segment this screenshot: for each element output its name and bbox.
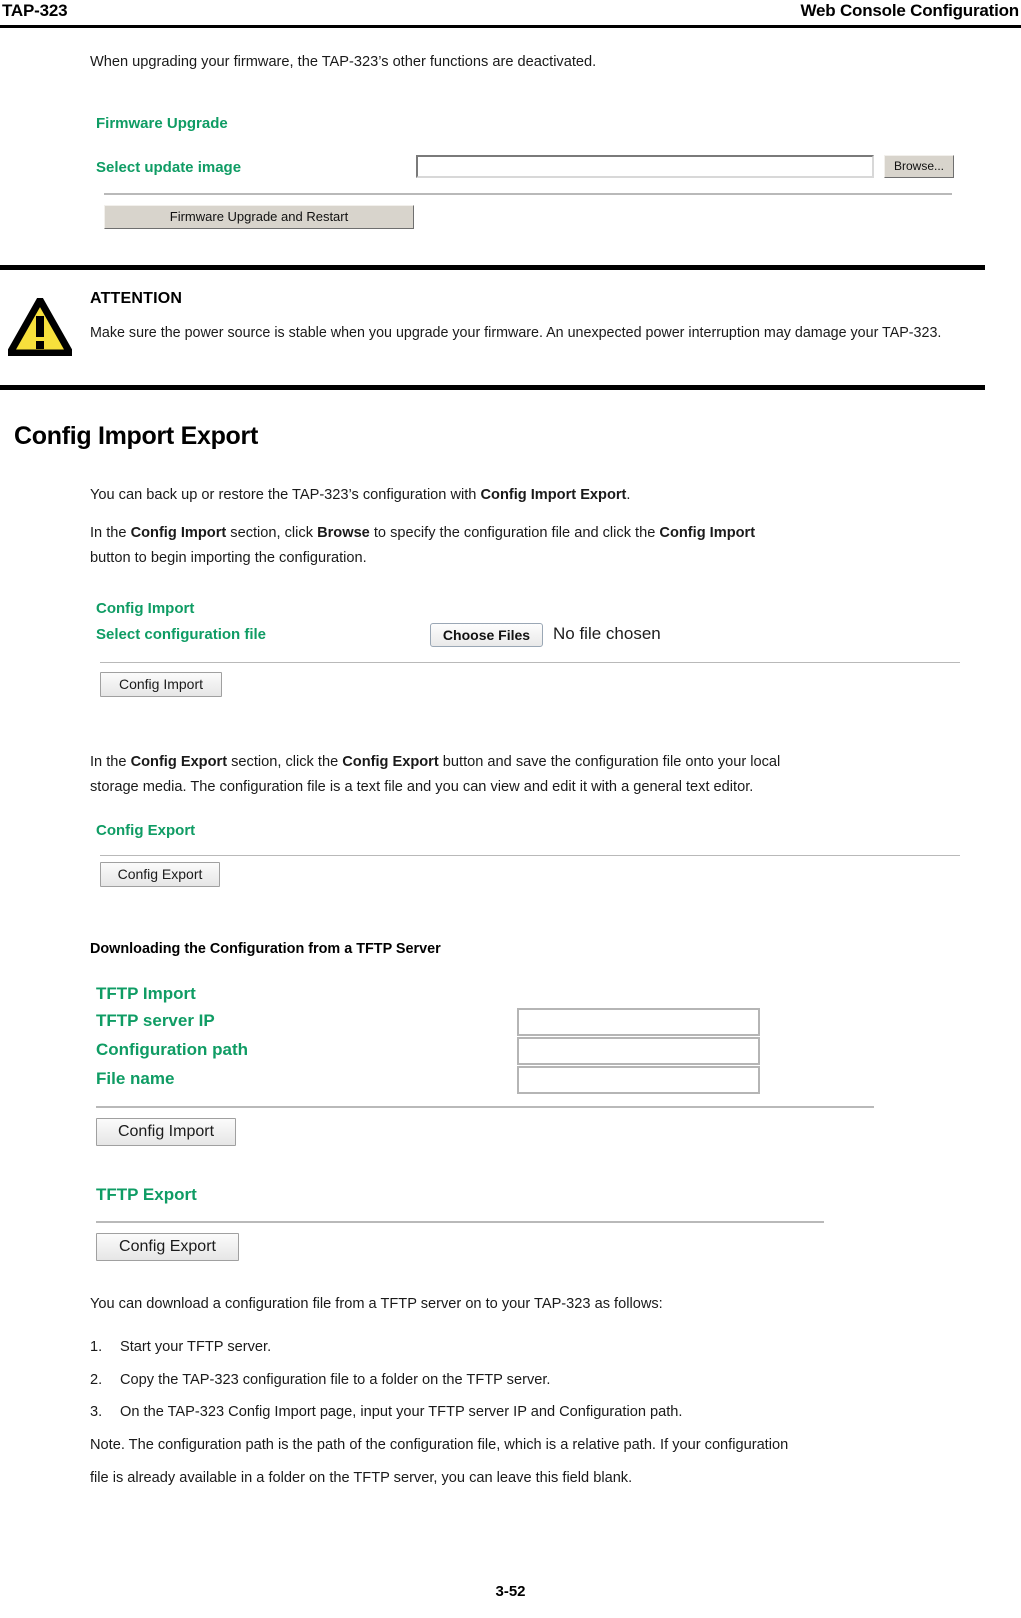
intro-paragraph: When upgrading your firmware, the TAP-32… bbox=[90, 54, 597, 70]
tftp-import-panel-divider bbox=[96, 1106, 874, 1108]
warning-triangle-icon bbox=[6, 296, 74, 361]
config-import-panel: Config Import Select configuration file … bbox=[0, 596, 1000, 706]
paragraph-2-part-e: to specify the configuration file and cl… bbox=[369, 525, 660, 541]
configuration-path-value bbox=[519, 1039, 758, 1047]
tftp-server-ip-input[interactable] bbox=[517, 1008, 760, 1036]
tftp-config-export-button[interactable]: Config Export bbox=[96, 1233, 239, 1261]
file-name-value bbox=[519, 1068, 758, 1076]
config-export-panel: Config Export Config Export bbox=[0, 815, 1000, 905]
paragraph-1-part-a: You can back up or restore the TAP-323’s… bbox=[90, 487, 481, 503]
select-configuration-file-label: Select configuration file bbox=[96, 626, 267, 643]
paragraph-1-part-c: . bbox=[626, 487, 631, 503]
config-export-button[interactable]: Config Export bbox=[100, 862, 220, 887]
list-item: 3. On the TAP-323 Config Import page, in… bbox=[90, 1400, 980, 1425]
note-line-2: file is already available in a folder on… bbox=[90, 1470, 633, 1486]
step-index: 2. bbox=[90, 1372, 103, 1388]
update-image-input-value bbox=[418, 157, 872, 163]
step-index: 3. bbox=[90, 1404, 103, 1420]
paragraph-2-part-g: button to begin importing the configurat… bbox=[90, 550, 367, 566]
paragraph-3-part-a: In the bbox=[90, 754, 131, 770]
tftp-server-ip-label: TFTP server IP bbox=[96, 1011, 215, 1030]
configuration-path-input[interactable] bbox=[517, 1037, 760, 1065]
paragraph-config-import-export: You can back up or restore the TAP-323’s… bbox=[90, 483, 980, 508]
file-chosen-status: No file chosen bbox=[553, 624, 661, 643]
step-text: Start your TFTP server. bbox=[120, 1339, 272, 1355]
select-update-image-label: Select update image bbox=[96, 159, 242, 176]
tftp-export-panel-title: TFTP Export bbox=[96, 1185, 197, 1204]
attention-box: ATTENTION Make sure the power source is … bbox=[0, 265, 985, 390]
tftp-export-panel: TFTP Export Config Export bbox=[0, 1185, 1000, 1280]
download-intro-paragraph: You can download a configuration file fr… bbox=[90, 1296, 663, 1312]
config-import-panel-title: Config Import bbox=[96, 600, 195, 617]
step-index: 1. bbox=[90, 1339, 103, 1355]
paragraph-3-bold-config-export-2: Config Export bbox=[342, 754, 439, 770]
config-export-panel-divider bbox=[100, 855, 960, 856]
paragraph-config-import-steps: In the Config Import section, click Brow… bbox=[90, 521, 980, 571]
step-text: Copy the TAP-323 configuration file to a… bbox=[120, 1372, 551, 1388]
note-line-1: Note. The configuration path is the path… bbox=[90, 1437, 789, 1453]
paragraph-config-export-steps: In the Config Export section, click the … bbox=[90, 750, 990, 800]
section-heading: Config Import Export bbox=[14, 422, 258, 450]
firmware-upgrade-panel: Firmware Upgrade Select update image Bro… bbox=[0, 105, 1000, 230]
paragraph-3-part-c: section, click the bbox=[227, 754, 343, 770]
page-number: 3-52 bbox=[495, 1583, 526, 1600]
tftp-import-panel-title: TFTP Import bbox=[96, 984, 196, 1003]
tftp-download-subheading: Downloading the Configuration from a TFT… bbox=[90, 941, 441, 957]
attention-body: Make sure the power source is stable whe… bbox=[90, 325, 942, 341]
tftp-server-ip-value bbox=[519, 1010, 758, 1018]
page-header: TAP-323 Web Console Configuration bbox=[0, 0, 1021, 28]
config-import-button[interactable]: Config Import bbox=[100, 672, 222, 697]
paragraph-3-bold-config-export: Config Export bbox=[130, 754, 228, 770]
header-product-name: TAP-323 bbox=[2, 1, 68, 20]
firmware-panel-divider bbox=[104, 193, 952, 195]
config-export-panel-title: Config Export bbox=[96, 822, 196, 839]
tftp-config-import-button[interactable]: Config Import bbox=[96, 1118, 236, 1146]
tftp-import-panel: TFTP Import TFTP server IP Configuration… bbox=[0, 984, 1000, 1154]
configuration-path-label: Configuration path bbox=[96, 1040, 249, 1059]
paragraph-3-part-e: button and save the configuration file o… bbox=[438, 754, 781, 770]
paragraph-2-bold-config-import: Config Import bbox=[130, 525, 227, 541]
list-item: 2. Copy the TAP-323 configuration file t… bbox=[90, 1368, 980, 1393]
tftp-export-panel-divider bbox=[96, 1221, 824, 1223]
step-text: On the TAP-323 Config Import page, input… bbox=[120, 1404, 683, 1420]
list-item: 1. Start your TFTP server. bbox=[90, 1335, 980, 1360]
file-name-label: File name bbox=[96, 1069, 175, 1088]
attention-title: ATTENTION bbox=[90, 290, 183, 307]
config-import-panel-divider bbox=[100, 662, 960, 663]
paragraph-2-part-a: In the bbox=[90, 525, 131, 541]
paragraph-2-bold-browse: Browse bbox=[317, 525, 370, 541]
paragraph-1-bold-config-import-export: Config Import Export bbox=[480, 487, 627, 503]
firmware-browse-button[interactable]: Browse... bbox=[884, 155, 954, 178]
file-name-input[interactable] bbox=[517, 1066, 760, 1094]
firmware-upgrade-restart-button[interactable]: Firmware Upgrade and Restart bbox=[104, 205, 414, 229]
header-chapter-title: Web Console Configuration bbox=[800, 1, 1019, 20]
paragraph-3-part-f: storage media. The configuration file is… bbox=[90, 779, 754, 795]
choose-files-button[interactable]: Choose Files bbox=[430, 623, 543, 647]
firmware-upgrade-panel-title: Firmware Upgrade bbox=[96, 115, 228, 132]
update-image-input[interactable] bbox=[416, 155, 874, 178]
paragraph-2-part-c: section, click bbox=[226, 525, 318, 541]
paragraph-2-bold-config-import-2: Config Import bbox=[659, 525, 756, 541]
